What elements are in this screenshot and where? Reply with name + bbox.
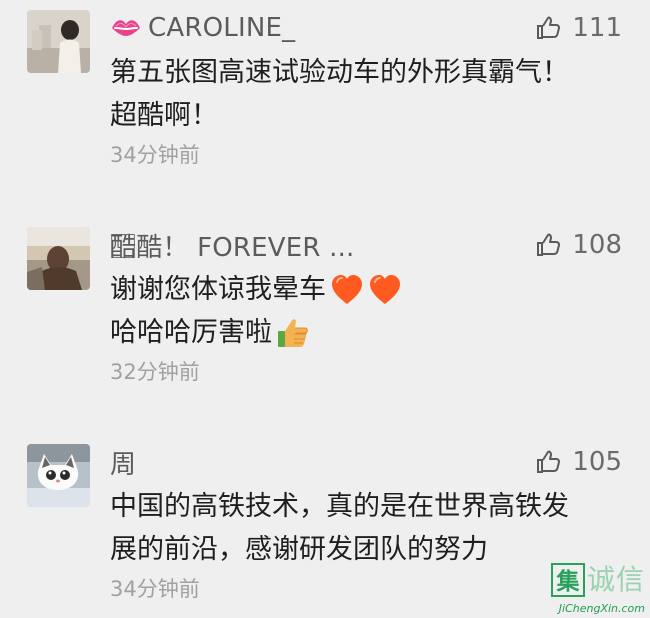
timestamp: 32分钟前 (110, 360, 200, 384)
comment-line: 哈哈哈厉害啦 (110, 311, 620, 354)
comment-header: CAROLINE_ (110, 8, 295, 48)
watermark: 集 诚信 JiChengXin.com (523, 563, 645, 615)
like-count: 111 (572, 13, 622, 43)
thumbs-up-outline-icon (537, 450, 561, 473)
avatar[interactable] (27, 10, 90, 73)
heart-emoji-icon (332, 274, 362, 304)
watermark-logo: 集 诚信 (550, 563, 645, 597)
comment-line: 第五张图高速试验动车的外形真霸气！ (110, 57, 569, 88)
username[interactable]: CAROLINE_ (148, 13, 295, 43)
watermark-text: 诚信 (586, 563, 645, 596)
comment-text: 中国的高铁技术，真的是在世界高铁发 展的前沿，感谢研发团队的努力 (110, 485, 620, 571)
avatar[interactable] (27, 444, 90, 507)
like-count: 108 (572, 230, 622, 260)
comment-line: 超酷啊！ (110, 100, 218, 131)
thumbs-up-emoji-icon (278, 318, 308, 347)
watermark-badge: 集 (550, 563, 585, 597)
watermark-url: JiChengXin.com (558, 602, 645, 615)
comment-line: 中国的高铁技术，真的是在世界高铁发 (110, 491, 569, 522)
comment-item: 酷⃞酷！ FOREVER ... 108 谢谢您体谅我晕车 哈哈哈厉害啦 32分… (0, 225, 650, 395)
comment-header: 酷⃞酷！ FOREVER ... (110, 225, 355, 265)
like-button[interactable]: 105 (536, 442, 622, 482)
comment-line: 谢谢您体谅我晕车 (110, 268, 620, 311)
timestamp: 34分钟前 (110, 143, 200, 167)
comment-header: 周 (110, 442, 136, 482)
thumbs-up-outline-icon (537, 233, 561, 256)
like-button[interactable]: 111 (536, 8, 622, 48)
comment-text: 谢谢您体谅我晕车 哈哈哈厉害啦 (110, 268, 620, 354)
lips-emoji-icon (112, 20, 140, 36)
avatar-image (27, 10, 90, 73)
comment-item: CAROLINE_ 111 第五张图高速试验动车的外形真霸气！ 超酷啊！ 34分… (0, 8, 650, 178)
thumbs-up-outline-icon (537, 16, 561, 39)
like-button[interactable]: 108 (536, 225, 622, 265)
avatar[interactable] (27, 227, 90, 290)
username[interactable]: 酷⃞酷！ FOREVER ... (110, 227, 355, 264)
username[interactable]: 周 (110, 444, 136, 481)
like-count: 105 (572, 447, 622, 477)
avatar-image (27, 444, 90, 507)
timestamp: 34分钟前 (110, 577, 200, 601)
heart-emoji-icon (370, 274, 400, 304)
comment-text: 第五张图高速试验动车的外形真霸气！ 超酷啊！ (110, 51, 620, 137)
avatar-image (27, 227, 90, 290)
